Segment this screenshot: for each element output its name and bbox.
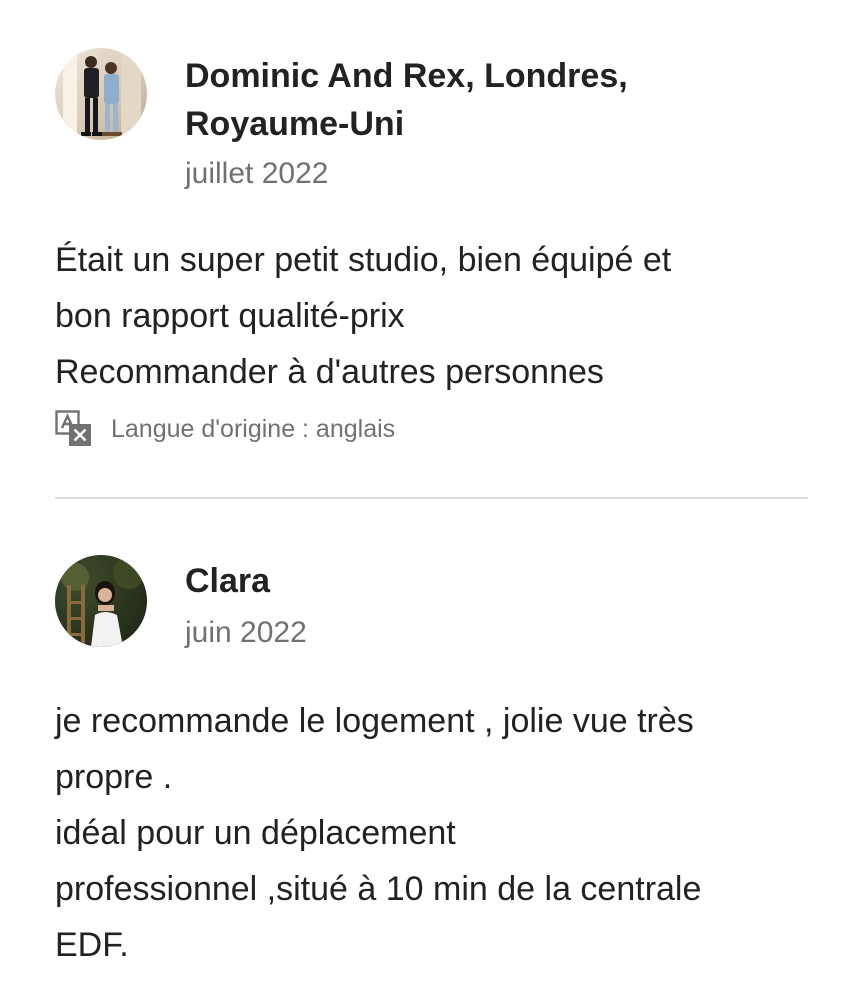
translation-note: Langue d'origine : anglais [55,410,808,448]
reviewer-name: Dominic And Rex, Londres, Royaume-Uni [185,57,628,143]
original-language-label: Langue d'origine : anglais [111,415,396,443]
reviewer-avatar[interactable] [55,48,147,140]
translate-icon [55,410,91,446]
reviewer-info: Clara juin 2022 [185,555,307,653]
review-divider [55,497,808,499]
review-text: je recommande le logement , jolie vue tr… [55,702,702,964]
reviewer-name: Clara [185,562,271,600]
user-photo-couple-icon [63,48,141,140]
reviewer-info: Dominic And Rex, Londres, Royaume-Uni ju… [185,48,705,194]
review-card: Clara juin 2022 je recommande le logemen… [55,555,808,973]
reviewer-avatar[interactable] [55,555,147,647]
review-card: Dominic And Rex, Londres, Royaume-Uni ju… [55,48,808,448]
user-photo-woman-icon [55,555,147,647]
review-header: Dominic And Rex, Londres, Royaume-Uni ju… [55,48,808,194]
review-text: Était un super petit studio, bien équipé… [55,241,672,391]
review-date: juillet 2022 [185,157,329,190]
review-header: Clara juin 2022 [55,555,808,653]
review-date: juin 2022 [185,616,307,649]
